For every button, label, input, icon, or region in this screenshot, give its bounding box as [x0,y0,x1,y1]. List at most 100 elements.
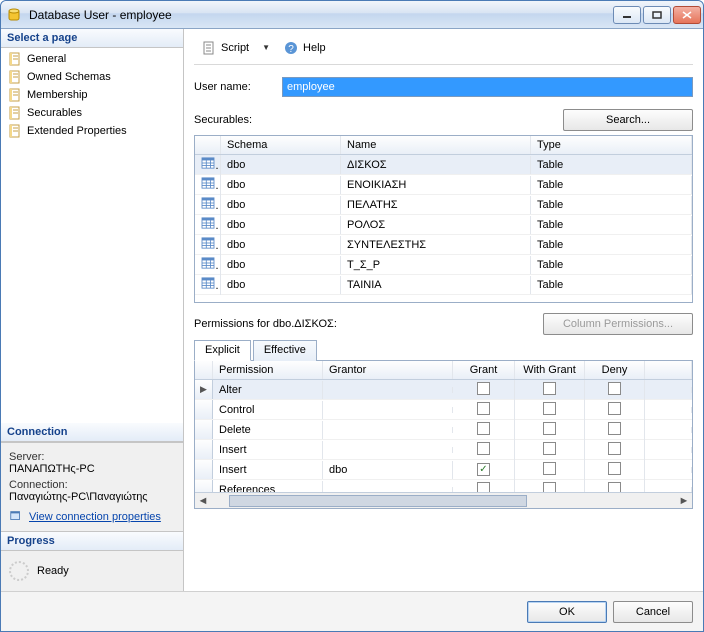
sidebar-item-securables[interactable]: Securables [1,104,183,122]
securable-row[interactable]: dboΔΙΣΚΟΣTable [195,155,692,175]
securable-row[interactable]: dboΕΝΟΙΚΙΑΣΗTable [195,175,692,195]
permission-row[interactable]: References [195,480,692,492]
script-button[interactable]: Script [194,37,256,59]
row-header-icon [195,460,213,479]
script-dropdown-icon[interactable]: ▼ [260,43,272,52]
scroll-thumb[interactable] [229,495,527,507]
sidebar-item-extended-properties[interactable]: Extended Properties [1,122,183,140]
cell-schema: dbo [221,256,341,274]
page-icon [7,87,23,103]
col-withgrant[interactable]: With Grant [515,361,585,379]
cancel-button[interactable]: Cancel [613,601,693,623]
tab-effective[interactable]: Effective [253,340,317,361]
securables-grid[interactable]: Schema Name Type dboΔΙΣΚΟΣTabledboΕΝΟΙΚΙ… [194,135,693,303]
cell-permission: Insert [213,461,323,479]
checkbox[interactable] [543,462,556,475]
cell-permission: Delete [213,421,323,439]
checkbox[interactable] [477,442,490,455]
checkbox[interactable] [608,402,621,415]
cell-name: ΠΕΛΑΤΗΣ [341,196,531,214]
help-button[interactable]: ? Help [276,37,333,59]
securable-row[interactable]: dboΤΑΙΝΙΑTable [195,275,692,295]
connection-header: Connection [1,423,183,442]
cell-name: ΔΙΣΚΟΣ [341,156,531,174]
securable-row[interactable]: dboΣΥΝΤΕΛΕΣΤΗΣTable [195,235,692,255]
checkbox[interactable] [543,382,556,395]
col-type[interactable]: Type [531,136,692,154]
script-icon [201,40,217,56]
scroll-right-icon[interactable]: ► [676,495,692,507]
permissions-tabs: Explicit Effective [194,339,693,361]
checkbox[interactable] [477,402,490,415]
cell-permission: Alter [213,381,323,399]
checkbox[interactable] [543,422,556,435]
cell-permission: Control [213,401,323,419]
cell-permission: Insert [213,441,323,459]
close-button[interactable] [673,6,701,24]
permission-row[interactable]: Control [195,400,692,420]
checkbox[interactable] [608,442,621,455]
securable-row[interactable]: dboΠΕΛΑΤΗΣTable [195,195,692,215]
help-label: Help [303,42,326,54]
cell-schema: dbo [221,156,341,174]
page-label: Extended Properties [27,125,127,137]
user-name-row: User name: [194,77,693,97]
sidebar-item-general[interactable]: General [1,50,183,68]
page-icon [7,123,23,139]
checkbox[interactable] [543,482,556,493]
securable-row[interactable]: dboΤ_Σ_ΡTable [195,255,692,275]
toolbar: Script ▼ ? Help [194,35,693,65]
checkbox[interactable] [543,402,556,415]
horizontal-scrollbar[interactable]: ◄ ► [195,492,692,508]
permission-row[interactable]: Delete [195,420,692,440]
checkbox[interactable] [477,382,490,395]
cell-schema: dbo [221,216,341,234]
user-name-input[interactable] [282,77,693,97]
progress-spinner-icon [9,561,29,581]
col-permission[interactable]: Permission [213,361,323,379]
tab-explicit[interactable]: Explicit [194,340,251,361]
col-schema[interactable]: Schema [221,136,341,154]
checkbox[interactable] [477,463,490,476]
sidebar-item-membership[interactable]: Membership [1,86,183,104]
permission-row[interactable]: ▶Alter [195,380,692,400]
securables-header-row: Securables: Search... [194,109,693,131]
checkbox[interactable] [608,382,621,395]
titlebar[interactable]: Database User - employee [1,1,703,29]
col-deny[interactable]: Deny [585,361,645,379]
maximize-button[interactable] [643,6,671,24]
checkbox[interactable] [477,422,490,435]
permission-row[interactable]: Insertdbo [195,460,692,480]
cell-name: ΣΥΝΤΕΛΕΣΤΗΣ [341,236,531,254]
col-grantor[interactable]: Grantor [323,361,453,379]
minimize-button[interactable] [613,6,641,24]
cell-schema: dbo [221,276,341,294]
cell-type: Table [531,196,692,214]
scroll-left-icon[interactable]: ◄ [195,495,211,507]
table-icon [201,177,215,189]
progress-section: Ready [1,551,183,591]
checkbox[interactable] [543,442,556,455]
permissions-grid[interactable]: Permission Grantor Grant With Grant Deny… [194,361,693,509]
sidebar-item-owned-schemas[interactable]: Owned Schemas [1,68,183,86]
column-permissions-button[interactable]: Column Permissions... [543,313,693,335]
checkbox[interactable] [608,462,621,475]
ok-button[interactable]: OK [527,601,607,623]
cell-schema: dbo [221,236,341,254]
cell-name: ΕΝΟΙΚΙΑΣΗ [341,176,531,194]
right-pane: Script ▼ ? Help User name: Securables: S… [184,29,703,591]
window-title: Database User - employee [29,8,613,22]
cell-type: Table [531,236,692,254]
checkbox[interactable] [608,422,621,435]
view-connection-properties-link[interactable]: View connection properties [9,509,175,525]
permission-row[interactable]: Insert [195,440,692,460]
securable-row[interactable]: dboΡΟΛΟΣTable [195,215,692,235]
checkbox[interactable] [477,482,490,493]
col-name[interactable]: Name [341,136,531,154]
search-button[interactable]: Search... [563,109,693,131]
permissions-header-row: Permissions for dbo.ΔΙΣΚΟΣ: Column Permi… [194,313,693,335]
checkbox[interactable] [608,482,621,493]
col-grant[interactable]: Grant [453,361,515,379]
cell-type: Table [531,156,692,174]
securables-header: Schema Name Type [195,136,692,155]
